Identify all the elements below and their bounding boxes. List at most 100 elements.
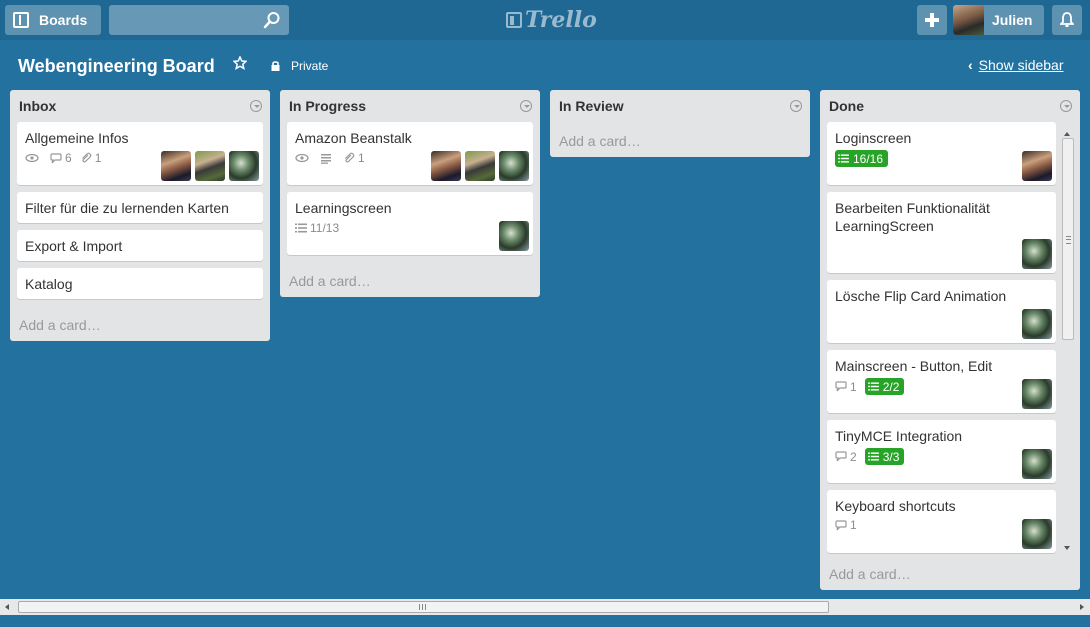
list-menu-icon[interactable] bbox=[790, 100, 802, 112]
star-icon[interactable] bbox=[232, 55, 248, 74]
comments-count: 2 bbox=[850, 449, 857, 464]
lock-icon bbox=[271, 61, 280, 71]
card-title: TinyMCE Integration bbox=[835, 428, 963, 444]
card-members bbox=[427, 151, 529, 181]
scroll-down-icon[interactable] bbox=[1064, 546, 1070, 550]
card-title: Filter für die zu lernenden Karten bbox=[25, 200, 229, 216]
trello-logo[interactable]: Trello bbox=[506, 6, 597, 34]
member-avatar[interactable] bbox=[195, 151, 225, 181]
scroll-right-icon[interactable] bbox=[1080, 604, 1084, 610]
comments-count: 6 bbox=[65, 151, 72, 165]
bell-icon bbox=[1060, 12, 1074, 27]
grip-icon bbox=[1066, 236, 1071, 244]
search-icon[interactable] bbox=[263, 11, 281, 29]
card-title: Loginscreen bbox=[835, 130, 912, 146]
bottom-strip bbox=[0, 615, 1090, 627]
description-icon bbox=[321, 153, 331, 164]
card-members bbox=[1018, 239, 1052, 269]
list-menu-icon[interactable] bbox=[250, 100, 262, 112]
trello-logo-icon bbox=[506, 12, 522, 28]
list-scrollbar[interactable] bbox=[1060, 130, 1076, 554]
card[interactable]: Lösche Flip Card Animation bbox=[827, 280, 1056, 343]
add-button[interactable] bbox=[917, 5, 947, 35]
card[interactable]: Bearbeiten Funktionalität LearningScreen bbox=[827, 192, 1056, 273]
list-menu-icon[interactable] bbox=[1060, 100, 1072, 112]
user-menu-button[interactable]: Julien bbox=[953, 5, 1044, 35]
card[interactable]: Amazon Beanstalk 1 bbox=[287, 122, 533, 185]
comments-badge: 6 bbox=[50, 151, 72, 165]
list-inbox: Inbox Allgemeine Infos 6 1 Filter für di… bbox=[10, 90, 270, 341]
member-avatar[interactable] bbox=[1022, 449, 1052, 479]
show-sidebar-link[interactable]: ‹ Show sidebar bbox=[968, 57, 1064, 73]
list-title[interactable]: In Review bbox=[559, 98, 624, 114]
plus-icon bbox=[925, 13, 939, 27]
scroll-up-icon[interactable] bbox=[1064, 132, 1070, 136]
boards-icon bbox=[13, 12, 29, 28]
description-badge bbox=[320, 153, 335, 164]
card-badges: 1 2/2 bbox=[835, 378, 912, 395]
card[interactable]: TinyMCE Integration 2 3/3 bbox=[827, 420, 1056, 483]
card[interactable]: Katalog bbox=[17, 268, 263, 299]
card-badges: 1 bbox=[835, 518, 865, 532]
member-avatar[interactable] bbox=[465, 151, 495, 181]
card-badges: 1 bbox=[295, 151, 373, 165]
card[interactable]: Export & Import bbox=[17, 230, 263, 261]
comments-badge: 1 bbox=[835, 380, 857, 394]
member-avatar[interactable] bbox=[499, 221, 529, 251]
show-sidebar-label: Show sidebar bbox=[978, 57, 1064, 73]
list-title[interactable]: Done bbox=[829, 98, 864, 114]
member-avatar[interactable] bbox=[1022, 309, 1052, 339]
grip-icon bbox=[419, 604, 426, 610]
attachments-badge: 1 bbox=[343, 151, 365, 165]
member-avatar[interactable] bbox=[1022, 379, 1052, 409]
card[interactable]: Filter für die zu lernenden Karten bbox=[17, 192, 263, 223]
comments-count: 1 bbox=[850, 518, 857, 532]
card-badges: 6 1 bbox=[25, 151, 109, 165]
member-avatar[interactable] bbox=[1022, 519, 1052, 549]
card-members bbox=[1018, 519, 1052, 549]
member-avatar[interactable] bbox=[1022, 151, 1052, 181]
member-avatar[interactable] bbox=[1022, 239, 1052, 269]
board-visibility[interactable]: Private bbox=[291, 59, 328, 73]
scrollbar-thumb[interactable] bbox=[1062, 138, 1074, 340]
user-avatar bbox=[953, 5, 984, 35]
boards-button[interactable]: Boards bbox=[5, 5, 101, 35]
card-badges: 2 3/3 bbox=[835, 448, 912, 465]
member-avatar[interactable] bbox=[499, 151, 529, 181]
card[interactable]: Mainscreen - Button, Edit 1 2/2 bbox=[827, 350, 1056, 413]
card[interactable]: Allgemeine Infos 6 1 bbox=[17, 122, 263, 185]
member-avatar[interactable] bbox=[229, 151, 259, 181]
member-avatar[interactable] bbox=[431, 151, 461, 181]
card-title: Amazon Beanstalk bbox=[295, 130, 412, 146]
add-card-link[interactable]: Add a card… bbox=[289, 273, 371, 289]
member-avatar[interactable] bbox=[161, 151, 191, 181]
search-input[interactable] bbox=[109, 5, 289, 35]
comments-badge: 1 bbox=[835, 518, 857, 532]
notifications-button[interactable] bbox=[1052, 5, 1082, 35]
card-title: Allgemeine Infos bbox=[25, 130, 129, 146]
scroll-left-icon[interactable] bbox=[5, 604, 9, 610]
add-card-link[interactable]: Add a card… bbox=[829, 566, 911, 582]
list-title[interactable]: Inbox bbox=[19, 98, 56, 114]
card[interactable]: Keyboard shortcuts 1 bbox=[827, 490, 1056, 553]
list-menu-icon[interactable] bbox=[520, 100, 532, 112]
card-title: Export & Import bbox=[25, 238, 123, 254]
comments-count: 1 bbox=[850, 379, 857, 394]
list-title[interactable]: In Progress bbox=[289, 98, 366, 114]
checklist-badge: 16/16 bbox=[835, 150, 889, 167]
board-horizontal-scrollbar[interactable] bbox=[0, 599, 1090, 615]
card-title: Lösche Flip Card Animation bbox=[835, 288, 1007, 304]
card[interactable]: Loginscreen 16/16 bbox=[827, 122, 1056, 185]
trello-logo-text: Trello bbox=[525, 7, 597, 33]
card-members bbox=[495, 221, 529, 251]
add-card-link[interactable]: Add a card… bbox=[19, 317, 101, 333]
checklist-icon bbox=[867, 452, 879, 461]
card-members bbox=[1018, 449, 1052, 479]
board-title[interactable]: Webengineering Board bbox=[18, 56, 215, 77]
scrollbar-thumb[interactable] bbox=[18, 601, 829, 613]
chevron-left-icon: ‹ bbox=[968, 57, 973, 73]
card[interactable]: Learningscreen 11/13 bbox=[287, 192, 533, 255]
add-card-link[interactable]: Add a card… bbox=[559, 133, 641, 149]
comments-badge: 2 bbox=[835, 450, 857, 464]
checklist-badge: 11/13 bbox=[295, 221, 339, 235]
